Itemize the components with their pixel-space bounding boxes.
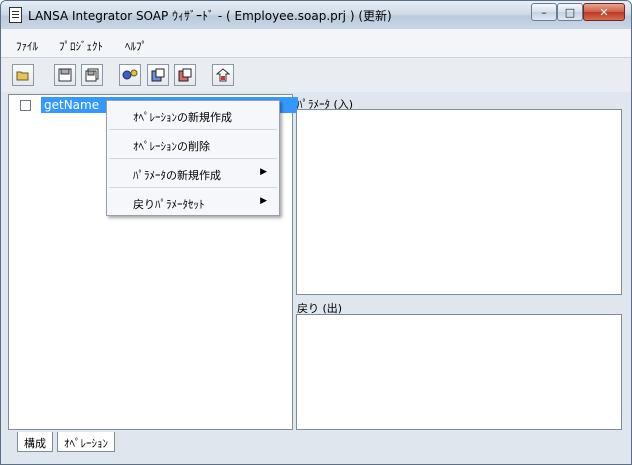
minimize-icon: –: [541, 5, 547, 19]
app-icon: [9, 7, 22, 23]
delete-operation-button[interactable]: [174, 64, 196, 86]
save-button[interactable]: [54, 64, 76, 86]
return-out-panel[interactable]: [296, 314, 622, 430]
window-title: LANSA Integrator SOAP ｳｨｻﾞｰﾄﾞ - ( Employ…: [28, 9, 392, 23]
close-icon: ✕: [599, 5, 609, 19]
generate-icon: [122, 69, 138, 80]
item-checkbox[interactable]: [20, 99, 31, 111]
toolbar: [1, 58, 631, 92]
add-operation-button[interactable]: [147, 64, 169, 86]
ctx-new-operation-label: ｵﾍﾟﾚｰｼｮﾝの新規作成: [133, 111, 232, 124]
menu-help[interactable]: ﾍﾙﾌﾟ: [125, 38, 147, 54]
open-folder-icon: [16, 71, 29, 81]
maximize-button[interactable]: □: [557, 3, 583, 21]
open-button[interactable]: [12, 64, 34, 86]
ctx-separator: [109, 158, 277, 159]
close-button[interactable]: ✕: [583, 3, 625, 21]
ctx-return-parameter-set-label: 戻りﾊﾟﾗﾒｰﾀｾｯﾄ: [133, 198, 205, 211]
delete-operation-icon: [178, 68, 192, 82]
minimize-button[interactable]: –: [531, 3, 557, 21]
ctx-new-parameter[interactable]: ﾊﾟﾗﾒｰﾀの新規作成 ▶: [107, 160, 279, 186]
ctx-separator: [109, 187, 277, 188]
save-all-button[interactable]: [81, 64, 103, 86]
add-operation-icon: [151, 68, 165, 82]
params-in-panel[interactable]: [296, 109, 622, 295]
ctx-delete-operation-label: ｵﾍﾟﾚｰｼｮﾝの削除: [133, 140, 210, 153]
maximize-icon: □: [564, 5, 576, 19]
submenu-arrow-icon: ▶: [260, 196, 267, 206]
ctx-return-parameter-set[interactable]: 戻りﾊﾟﾗﾒｰﾀｾｯﾄ ▶: [107, 189, 279, 215]
tab-operations[interactable]: ｵﾍﾟﾚｰｼｮﾝ: [57, 432, 115, 452]
deploy-icon: [216, 68, 230, 82]
ctx-delete-operation[interactable]: ｵﾍﾟﾚｰｼｮﾝの削除: [107, 131, 279, 157]
menu-bar: ﾌｧｲﾙ ﾌﾟﾛｼﾞｪｸﾄ ﾍﾙﾌﾟ: [1, 29, 631, 58]
save-all-icon: [85, 68, 99, 82]
save-icon: [58, 68, 72, 82]
main-window: LANSA Integrator SOAP ｳｨｻﾞｰﾄﾞ - ( Employ…: [0, 0, 632, 465]
title-bar[interactable]: LANSA Integrator SOAP ｳｨｻﾞｰﾄﾞ - ( Employ…: [1, 1, 631, 29]
tab-configuration[interactable]: 構成: [17, 432, 53, 452]
submenu-arrow-icon: ▶: [260, 167, 267, 177]
ctx-separator: [109, 129, 277, 130]
menu-file[interactable]: ﾌｧｲﾙ: [16, 38, 38, 54]
ctx-new-parameter-label: ﾊﾟﾗﾒｰﾀの新規作成: [133, 169, 221, 182]
deploy-button[interactable]: [212, 64, 234, 86]
menu-project[interactable]: ﾌﾟﾛｼﾞｪｸﾄ: [59, 38, 103, 54]
generate-button[interactable]: [119, 64, 141, 86]
ctx-new-operation[interactable]: ｵﾍﾟﾚｰｼｮﾝの新規作成: [107, 102, 279, 128]
context-menu: ｵﾍﾟﾚｰｼｮﾝの新規作成 ｵﾍﾟﾚｰｼｮﾝの削除 ﾊﾟﾗﾒｰﾀの新規作成 ▶ …: [106, 100, 280, 216]
